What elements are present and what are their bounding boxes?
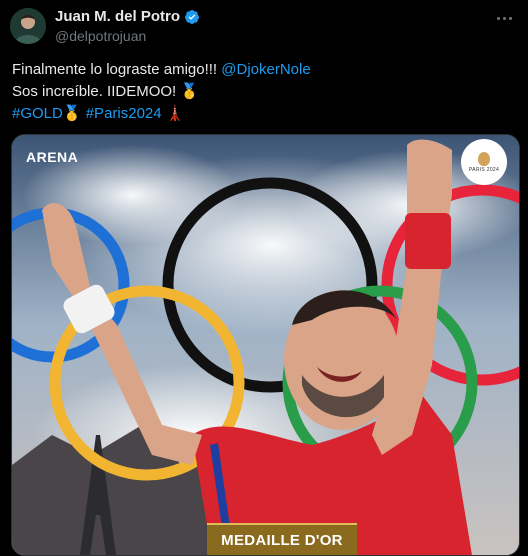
gold-medal-emoji: 🥇 [62,105,82,122]
post-line-2: Sos increíble. IIDEMOO! 🥇 [12,81,512,103]
verified-badge-icon [185,9,200,24]
avatar[interactable] [10,8,46,44]
wristband-red [405,213,451,269]
paris-2024-logo: PARIS 2024 [461,139,507,185]
medal-banner: MEDAILLE D'OR [207,523,357,555]
flame-icon [478,151,490,166]
post-line-3: #GOLD🥇 #Paris2024 🗼 [12,103,512,125]
author-handle[interactable]: @delpotrojuan [55,28,146,44]
olympic-champion-photo [12,135,519,555]
eiffel-tower-emoji: 🗼 [165,105,185,122]
arena-brand-label: ARENA [26,149,79,165]
post-line-1: Finalmente lo lograste amigo!!! @DjokerN… [12,59,512,81]
mention-link[interactable]: @DjokerNole [221,61,310,78]
post-text: Finalmente lo lograste amigo!!! @DjokerN… [12,59,512,125]
medal-banner-text: MEDAILLE D'OR [221,531,343,549]
paris-2024-logo-text: PARIS 2024 [468,166,500,173]
author-name-row: Juan M. del Potro [55,8,200,25]
avatar-image [10,8,46,44]
post-media-image[interactable]: ARENA PARIS 2024 MEDAILLE D'OR [11,134,520,556]
author-name[interactable]: Juan M. del Potro [55,8,180,25]
gold-medal-emoji: 🥇 [180,83,200,100]
hashtag-gold-link[interactable]: #GOLD [12,105,63,122]
more-options-icon[interactable] [494,10,514,26]
post-line-2-text: Sos increíble. IIDEMOO! [12,83,181,100]
hashtag-paris-link[interactable]: #Paris2024 [86,105,162,122]
post-line-1-text: Finalmente lo lograste amigo!!! [12,61,222,78]
